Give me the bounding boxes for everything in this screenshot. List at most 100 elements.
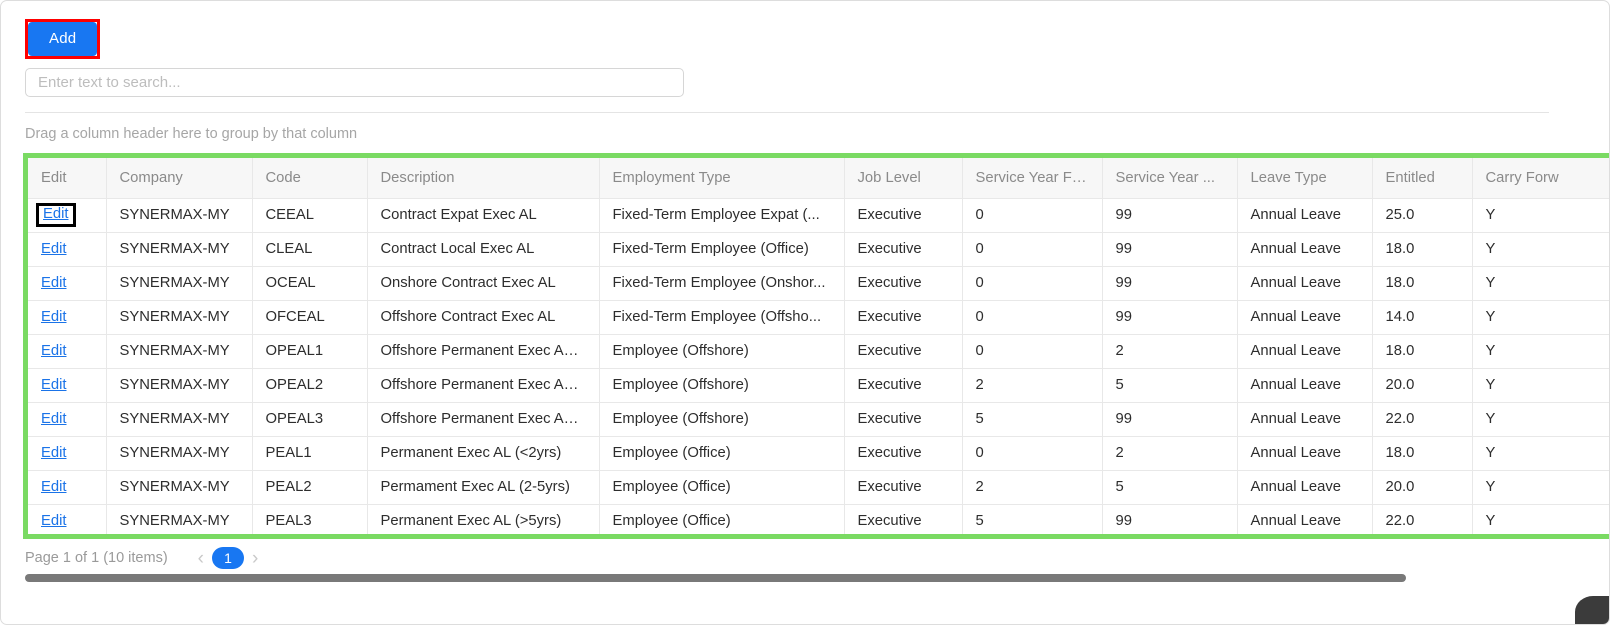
edit-link[interactable]: Edit — [43, 206, 69, 222]
cell-carry-forward: Y — [1472, 504, 1609, 534]
edit-link[interactable]: Edit — [41, 241, 67, 257]
cell-service-year-to: 2 — [1102, 334, 1238, 369]
cell-code: OPEAL1 — [252, 334, 368, 369]
pager-page-1[interactable]: 1 — [212, 547, 244, 569]
page-root: Add Drag a column header here to group b… — [0, 0, 1610, 625]
cell-edit[interactable]: Edit — [28, 334, 107, 369]
cell-description: Offshore Permanent Exec AL (... — [367, 368, 600, 403]
cell-edit[interactable]: Edit — [28, 368, 107, 403]
cell-description: Offshore Permanent Exec AL (... — [367, 402, 600, 437]
cell-description: Onshore Contract Exec AL — [367, 266, 600, 301]
search-input[interactable] — [25, 68, 684, 97]
table-row[interactable]: Edit SYNERMAX-MY PEAL1 Permanent Exec AL (<… — [28, 436, 1609, 471]
cell-leave-type: Annual Leave — [1237, 368, 1373, 403]
column-header-description[interactable]: Description — [367, 158, 600, 199]
cell-employment-type: Fixed-Term Employee (Office) — [599, 232, 845, 267]
cell-employment-type: Fixed-Term Employee (Offsho... — [599, 300, 845, 335]
cell-job-level: Executive — [844, 470, 963, 505]
cell-edit[interactable]: Edit — [28, 232, 107, 267]
table-row[interactable]: Edit SYNERMAX-MY OPEAL2 Offshore Permanent … — [28, 368, 1609, 403]
cell-company: SYNERMAX-MY — [106, 198, 253, 233]
cell-entitled: 18.0 — [1372, 266, 1473, 301]
edit-link[interactable]: Edit — [41, 275, 67, 291]
cell-entitled: 20.0 — [1372, 470, 1473, 505]
cell-entitled: 18.0 — [1372, 436, 1473, 471]
cell-entitled: 25.0 — [1372, 198, 1473, 233]
horizontal-scrollbar-track[interactable] — [25, 574, 1549, 582]
edit-link[interactable]: Edit — [41, 377, 67, 393]
cell-service-year-from: 5 — [962, 402, 1103, 437]
cell-edit[interactable]: Edit — [28, 198, 107, 233]
column-header-code[interactable]: Code — [252, 158, 368, 199]
table-row[interactable]: Edit SYNERMAX-MY PEAL3 Permanent Exec AL (>… — [28, 504, 1609, 534]
table-row[interactable]: Edit SYNERMAX-MY OPEAL1 Offshore Permanent … — [28, 334, 1609, 369]
cell-description: Permanent Exec AL (>5yrs) — [367, 504, 600, 534]
cell-service-year-from: 0 — [962, 334, 1103, 369]
edit-link[interactable]: Edit — [41, 513, 67, 529]
table-row[interactable]: Edit SYNERMAX-MY CLEAL Contract Local Exec … — [28, 232, 1609, 267]
mouse-cursor — [1575, 596, 1609, 624]
cell-service-year-from: 0 — [962, 266, 1103, 301]
cell-leave-type: Annual Leave — [1237, 436, 1373, 471]
cell-service-year-to: 99 — [1102, 504, 1238, 534]
toolbar-divider — [25, 112, 1549, 113]
cell-service-year-from: 0 — [962, 436, 1103, 471]
column-header-job-level[interactable]: Job Level — [844, 158, 963, 199]
column-header-carry-forward[interactable]: Carry Forw — [1472, 158, 1609, 199]
column-header-service-year-from[interactable]: Service Year From — [962, 158, 1103, 199]
cell-carry-forward: Y — [1472, 436, 1609, 471]
cell-employment-type: Employee (Offshore) — [599, 402, 845, 437]
group-panel[interactable]: Drag a column header here to group by th… — [25, 122, 1549, 146]
edit-link[interactable]: Edit — [41, 309, 67, 325]
cell-employment-type: Fixed-Term Employee (Onshor... — [599, 266, 845, 301]
table-row[interactable]: Edit SYNERMAX-MY OCEAL Onshore Contract Exe… — [28, 266, 1609, 301]
pager-next-icon[interactable]: › — [248, 549, 262, 568]
edit-link[interactable]: Edit — [41, 343, 67, 359]
cell-carry-forward: Y — [1472, 334, 1609, 369]
cell-edit[interactable]: Edit — [28, 436, 107, 471]
cell-edit[interactable]: Edit — [28, 470, 107, 505]
data-grid-scroller[interactable]: Edit Company Code Description Employment… — [28, 158, 1609, 534]
cell-edit[interactable]: Edit — [28, 300, 107, 335]
edit-link[interactable]: Edit — [41, 445, 67, 461]
cell-service-year-from: 2 — [962, 368, 1103, 403]
cell-carry-forward: Y — [1472, 470, 1609, 505]
add-button[interactable]: Add — [28, 22, 98, 56]
table-row[interactable]: Edit SYNERMAX-MY PEAL2 Permament Exec AL (2… — [28, 470, 1609, 505]
cell-carry-forward: Y — [1472, 300, 1609, 335]
header-row: Edit Company Code Description Employment… — [28, 158, 1609, 199]
column-header-service-year-to[interactable]: Service Year ... — [1102, 158, 1238, 199]
column-header-employment-type[interactable]: Employment Type — [599, 158, 845, 199]
cell-company: SYNERMAX-MY — [106, 436, 253, 471]
data-grid-highlight: Edit Company Code Description Employment… — [23, 153, 1609, 539]
cell-job-level: Executive — [844, 436, 963, 471]
horizontal-scrollbar-thumb[interactable] — [25, 574, 1406, 582]
column-header-edit[interactable]: Edit — [28, 158, 107, 199]
cell-leave-type: Annual Leave — [1237, 504, 1373, 534]
table-row[interactable]: Edit SYNERMAX-MY OPEAL3 Offshore Permanent … — [28, 402, 1609, 437]
column-header-leave-type[interactable]: Leave Type — [1237, 158, 1373, 199]
cell-service-year-from: 0 — [962, 198, 1103, 233]
edit-link[interactable]: Edit — [41, 479, 67, 495]
table-row[interactable]: Edit SYNERMAX-MY CEEAL Contract Expat Exec … — [28, 198, 1609, 233]
column-header-company[interactable]: Company — [106, 158, 253, 199]
cell-service-year-to: 5 — [1102, 368, 1238, 403]
cell-leave-type: Annual Leave — [1237, 470, 1373, 505]
cell-code: OCEAL — [252, 266, 368, 301]
cell-carry-forward: Y — [1472, 232, 1609, 267]
cell-employment-type: Employee (Offshore) — [599, 368, 845, 403]
cell-code: PEAL3 — [252, 504, 368, 534]
edit-link[interactable]: Edit — [41, 411, 67, 427]
cell-edit[interactable]: Edit — [28, 504, 107, 534]
cell-description: Offshore Contract Exec AL — [367, 300, 600, 335]
cell-service-year-from: 0 — [962, 300, 1103, 335]
pager-prev-icon[interactable]: ‹ — [194, 549, 208, 568]
add-button-highlight: Add — [25, 19, 101, 59]
cell-employment-type: Employee (Office) — [599, 470, 845, 505]
table-row[interactable]: Edit SYNERMAX-MY OFCEAL Offshore Contract E… — [28, 300, 1609, 335]
cell-edit[interactable]: Edit — [28, 402, 107, 437]
cell-edit[interactable]: Edit — [28, 266, 107, 301]
cell-company: SYNERMAX-MY — [106, 334, 253, 369]
cell-code: OFCEAL — [252, 300, 368, 335]
column-header-entitled[interactable]: Entitled — [1372, 158, 1473, 199]
